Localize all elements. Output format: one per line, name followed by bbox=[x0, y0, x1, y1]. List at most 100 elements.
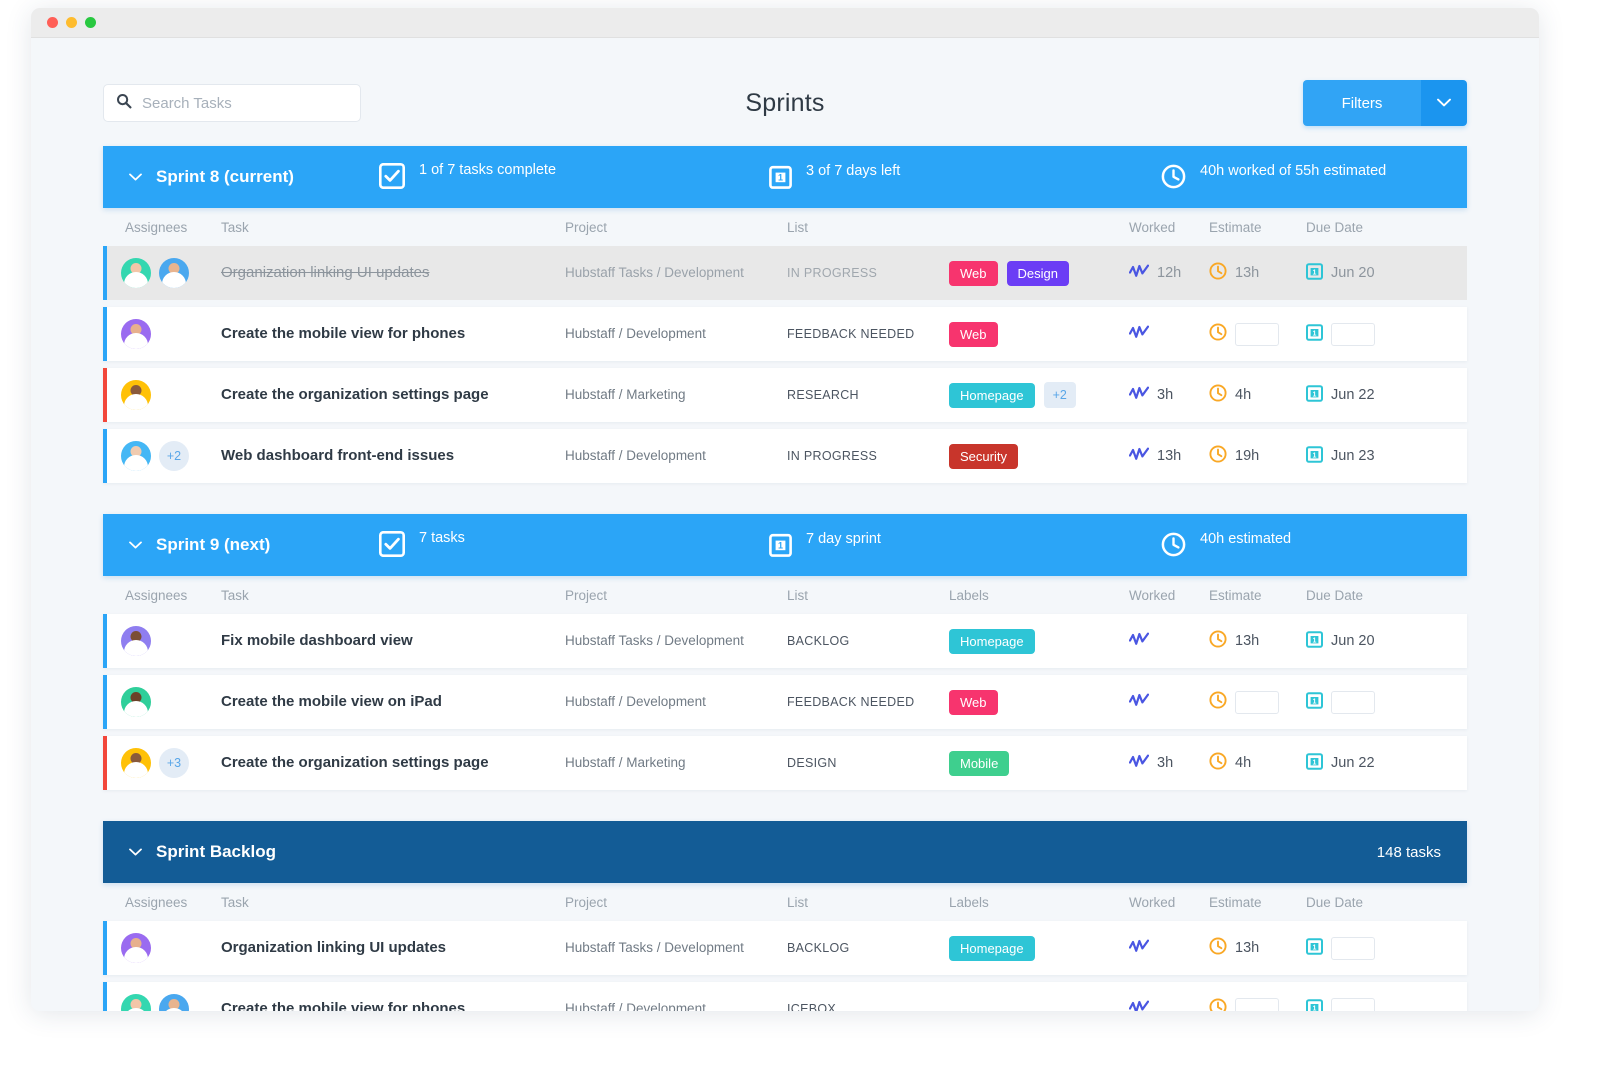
task-estimate[interactable] bbox=[1209, 691, 1306, 714]
label-chip[interactable]: Homepage bbox=[949, 936, 1035, 961]
task-title-cell[interactable]: Create the organization settings page bbox=[221, 754, 565, 772]
task-title-cell[interactable]: Create the mobile view for phones bbox=[221, 325, 565, 343]
avatar[interactable] bbox=[121, 994, 151, 1011]
task-worked[interactable]: 13h bbox=[1129, 447, 1209, 466]
sprint-header-sprint-backlog[interactable]: Sprint Backlog148 tasks bbox=[103, 821, 1467, 883]
assignee-overflow-count[interactable]: +3 bbox=[159, 748, 189, 778]
task-worked[interactable] bbox=[1129, 1000, 1209, 1012]
avatar[interactable] bbox=[159, 994, 189, 1011]
table-row[interactable]: Organization linking UI updatesHubstaff … bbox=[103, 246, 1467, 300]
task-estimate[interactable]: 13h bbox=[1209, 630, 1306, 653]
label-chip[interactable]: Mobile bbox=[949, 751, 1009, 776]
task-worked[interactable]: 12h bbox=[1129, 264, 1209, 283]
task-due-date[interactable]: 1Jun 22 bbox=[1306, 752, 1426, 775]
estimate-input[interactable] bbox=[1235, 998, 1279, 1012]
task-due-date[interactable]: 1 bbox=[1306, 998, 1426, 1012]
window-minimize-button[interactable] bbox=[66, 17, 77, 28]
table-row[interactable]: Create the organization settings pageHub… bbox=[103, 368, 1467, 422]
task-labels: Web bbox=[949, 690, 1129, 715]
avatar[interactable] bbox=[121, 258, 151, 288]
table-row[interactable]: Create the mobile view for phonesHubstaf… bbox=[103, 307, 1467, 361]
label-chip[interactable]: Web bbox=[949, 690, 998, 715]
table-row[interactable]: Create the mobile view for phonesHubstaf… bbox=[103, 982, 1467, 1011]
task-worked[interactable]: 3h bbox=[1129, 386, 1209, 405]
task-due-date[interactable]: 1Jun 20 bbox=[1306, 262, 1426, 285]
task-title-cell[interactable]: Fix mobile dashboard view bbox=[221, 632, 565, 650]
table-row[interactable]: Organization linking UI updatesHubstaff … bbox=[103, 921, 1467, 975]
avatar[interactable] bbox=[121, 687, 151, 717]
task-estimate[interactable]: 4h bbox=[1209, 752, 1306, 775]
task-worked[interactable] bbox=[1129, 693, 1209, 712]
task-due-date[interactable]: 1Jun 22 bbox=[1306, 384, 1426, 407]
avatar[interactable] bbox=[121, 319, 151, 349]
task-list-cell[interactable]: ICEBOX bbox=[787, 1000, 949, 1011]
label-chip[interactable]: Design bbox=[1007, 261, 1069, 286]
sprint-collapse-toggle[interactable]: Sprint 8 (current) bbox=[129, 167, 379, 187]
avatar[interactable] bbox=[121, 380, 151, 410]
table-row[interactable]: +2Web dashboard front-end issuesHubstaff… bbox=[103, 429, 1467, 483]
task-due-date[interactable]: 1 bbox=[1306, 691, 1426, 714]
table-row[interactable]: Fix mobile dashboard viewHubstaff Tasks … bbox=[103, 614, 1467, 668]
task-list-cell[interactable]: IN PROGRESS bbox=[787, 264, 949, 282]
sprint-header-sprint-8[interactable]: Sprint 8 (current)1 of 7 tasks complete1… bbox=[103, 146, 1467, 208]
label-chip[interactable]: Web bbox=[949, 322, 998, 347]
column-header-assignees: Assignees bbox=[121, 220, 221, 235]
due-date-input[interactable] bbox=[1331, 323, 1375, 346]
assignee-overflow-count[interactable]: +2 bbox=[159, 441, 189, 471]
table-row[interactable]: Create the mobile view on iPadHubstaff /… bbox=[103, 675, 1467, 729]
label-overflow-chip[interactable]: +2 bbox=[1044, 382, 1076, 408]
avatar[interactable] bbox=[121, 441, 151, 471]
sprint-collapse-toggle[interactable]: Sprint Backlog bbox=[129, 842, 379, 862]
task-list-cell[interactable]: BACKLOG bbox=[787, 939, 949, 957]
task-title-cell[interactable]: Create the organization settings page bbox=[221, 386, 565, 404]
due-date-value: Jun 23 bbox=[1331, 448, 1375, 464]
task-worked[interactable]: 3h bbox=[1129, 754, 1209, 773]
task-estimate[interactable] bbox=[1209, 323, 1306, 346]
task-title-cell[interactable]: Create the mobile view for phones bbox=[221, 1000, 565, 1011]
task-estimate[interactable]: 4h bbox=[1209, 384, 1306, 407]
task-due-date[interactable]: 1Jun 23 bbox=[1306, 445, 1426, 468]
task-worked[interactable] bbox=[1129, 632, 1209, 651]
task-estimate[interactable]: 13h bbox=[1209, 937, 1306, 960]
label-chip[interactable]: Homepage bbox=[949, 383, 1035, 408]
task-rows: Organization linking UI updatesHubstaff … bbox=[103, 921, 1467, 1011]
task-list-cell[interactable]: FEEDBACK NEEDED bbox=[787, 325, 949, 343]
task-list-cell[interactable]: FEEDBACK NEEDED bbox=[787, 693, 949, 711]
sprint-collapse-toggle[interactable]: Sprint 9 (next) bbox=[129, 535, 379, 555]
avatar[interactable] bbox=[121, 626, 151, 656]
task-worked[interactable] bbox=[1129, 325, 1209, 344]
estimate-input[interactable] bbox=[1235, 691, 1279, 714]
sprint-header-sprint-9[interactable]: Sprint 9 (next)7 tasks17 day sprint40h e… bbox=[103, 514, 1467, 576]
due-date-input[interactable] bbox=[1331, 691, 1375, 714]
estimate-input[interactable] bbox=[1235, 323, 1279, 346]
task-estimate[interactable] bbox=[1209, 998, 1306, 1012]
task-list-cell[interactable]: RESEARCH bbox=[787, 386, 949, 404]
table-row[interactable]: +3Create the organization settings pageH… bbox=[103, 736, 1467, 790]
window-close-button[interactable] bbox=[47, 17, 58, 28]
due-date-input[interactable] bbox=[1331, 998, 1375, 1012]
task-title-cell[interactable]: Create the mobile view on iPad bbox=[221, 693, 565, 711]
window-maximize-button[interactable] bbox=[85, 17, 96, 28]
task-due-date[interactable]: 1 bbox=[1306, 937, 1426, 960]
task-list-cell[interactable]: DESIGN bbox=[787, 754, 949, 772]
task-list-cell[interactable]: BACKLOG bbox=[787, 632, 949, 650]
task-estimate[interactable]: 19h bbox=[1209, 445, 1306, 468]
task-due-date[interactable]: 1Jun 20 bbox=[1306, 630, 1426, 653]
label-chip[interactable]: Web bbox=[949, 261, 998, 286]
task-title-cell[interactable]: Organization linking UI updates bbox=[221, 264, 565, 282]
filters-dropdown-toggle[interactable] bbox=[1421, 80, 1467, 126]
avatar[interactable] bbox=[121, 748, 151, 778]
task-worked[interactable] bbox=[1129, 939, 1209, 958]
filters-button[interactable]: Filters bbox=[1303, 80, 1421, 126]
task-title-cell[interactable]: Organization linking UI updates bbox=[221, 939, 565, 957]
due-date-input[interactable] bbox=[1331, 937, 1375, 960]
task-estimate[interactable]: 13h bbox=[1209, 262, 1306, 285]
task-title-cell[interactable]: Web dashboard front-end issues bbox=[221, 447, 565, 465]
task-project: Hubstaff Tasks / Development bbox=[565, 939, 787, 957]
task-list-cell[interactable]: IN PROGRESS bbox=[787, 447, 949, 465]
task-due-date[interactable]: 1 bbox=[1306, 323, 1426, 346]
label-chip[interactable]: Homepage bbox=[949, 629, 1035, 654]
avatar[interactable] bbox=[121, 933, 151, 963]
avatar[interactable] bbox=[159, 258, 189, 288]
label-chip[interactable]: Security bbox=[949, 444, 1018, 469]
